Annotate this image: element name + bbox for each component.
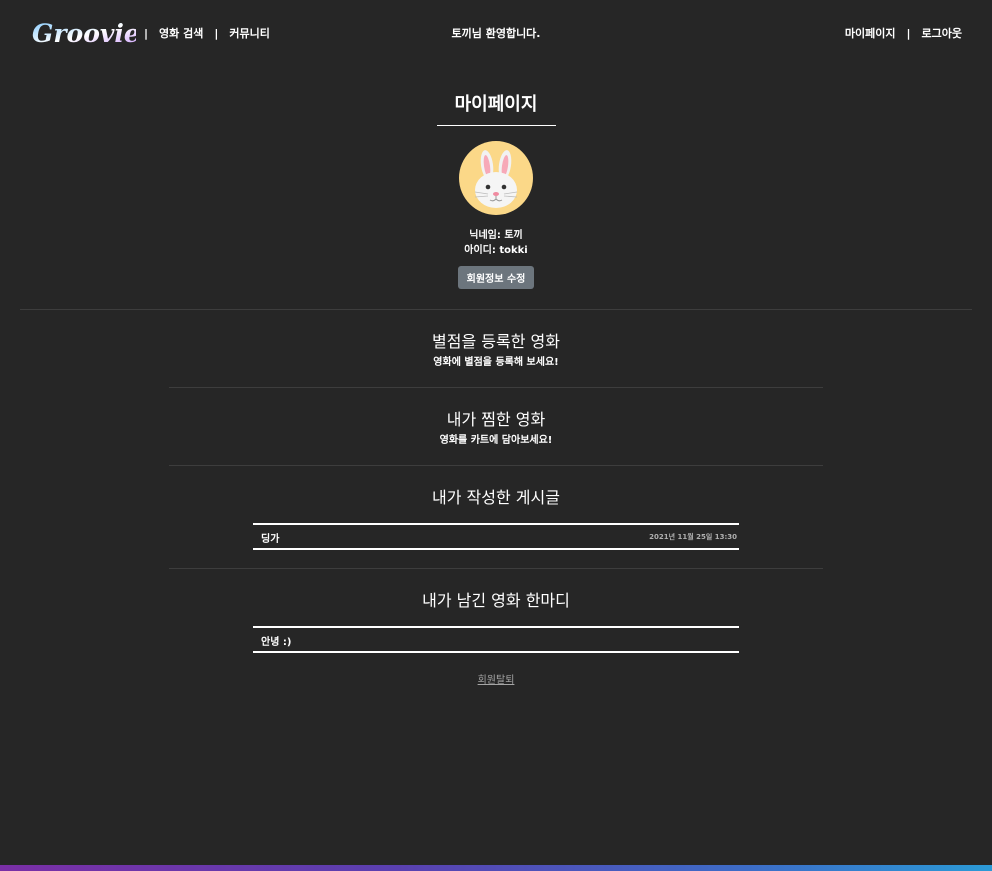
my-comments-title: 내가 남긴 영화 한마디 bbox=[422, 591, 570, 610]
comment-list-item[interactable]: 안녕 :) bbox=[253, 626, 739, 653]
nav-separator: | bbox=[214, 26, 219, 40]
top-navbar: Groovies | 영화 검색 | 커뮤니티 토끼님 환영합니다. 마이페이지… bbox=[0, 0, 992, 66]
movie-search-link[interactable]: 영화 검색 bbox=[159, 25, 203, 41]
divider bbox=[169, 387, 823, 388]
nickname-label: 닉네임: bbox=[469, 230, 505, 241]
rated-movies-title: 별점을 등록한 영화 bbox=[432, 332, 560, 351]
avatar bbox=[459, 141, 533, 215]
rabbit-icon bbox=[474, 150, 518, 208]
post-date: 2021년 11월 25일 13:30 bbox=[649, 533, 737, 541]
my-posts-title: 내가 작성한 게시글 bbox=[432, 488, 560, 507]
welcome-message: 토끼님 환영합니다. bbox=[451, 27, 541, 40]
divider bbox=[20, 309, 972, 310]
page-title: 마이페이지 bbox=[454, 94, 538, 115]
wishlist-empty: 영화를 카트에 담아보세요! bbox=[439, 435, 553, 446]
nickname-row: 닉네임: 토끼 bbox=[0, 226, 992, 241]
nav-separator: | bbox=[144, 26, 149, 40]
user-id-label: 아이디: bbox=[464, 245, 500, 256]
logout-link[interactable]: 로그아웃 bbox=[922, 25, 962, 41]
title-underline bbox=[437, 125, 556, 126]
mypage-link[interactable]: 마이페이지 bbox=[845, 25, 896, 41]
user-id-value: tokki bbox=[499, 245, 528, 256]
post-title[interactable]: 딩가 bbox=[261, 530, 279, 545]
withdraw-row: 회원탈퇴 bbox=[0, 671, 992, 686]
bottom-gradient-bar bbox=[0, 865, 992, 871]
divider bbox=[169, 465, 823, 466]
edit-profile-button[interactable]: 회원정보 수정 bbox=[458, 266, 534, 289]
divider bbox=[169, 568, 823, 569]
community-link[interactable]: 커뮤니티 bbox=[229, 25, 269, 41]
withdraw-link[interactable]: 회원탈퇴 bbox=[478, 675, 515, 686]
wishlist-title: 내가 찜한 영화 bbox=[446, 410, 546, 429]
nickname-value: 토끼 bbox=[504, 230, 523, 241]
user-id-row: 아이디: tokki bbox=[0, 241, 992, 256]
comment-text[interactable]: 안녕 :) bbox=[261, 633, 291, 648]
nav-separator: | bbox=[906, 26, 911, 40]
groovies-logo[interactable]: Groovies bbox=[30, 16, 136, 50]
svg-text:Groovies: Groovies bbox=[32, 19, 136, 48]
post-list-item[interactable]: 딩가 2021년 11월 25일 13:30 bbox=[253, 523, 739, 550]
rated-movies-empty: 영화에 별점을 등록해 보세요! bbox=[433, 357, 559, 368]
nav-right-links: 마이페이지 | 로그아웃 bbox=[845, 25, 962, 41]
nav-left-links: | 영화 검색 | 커뮤니티 bbox=[144, 25, 270, 41]
